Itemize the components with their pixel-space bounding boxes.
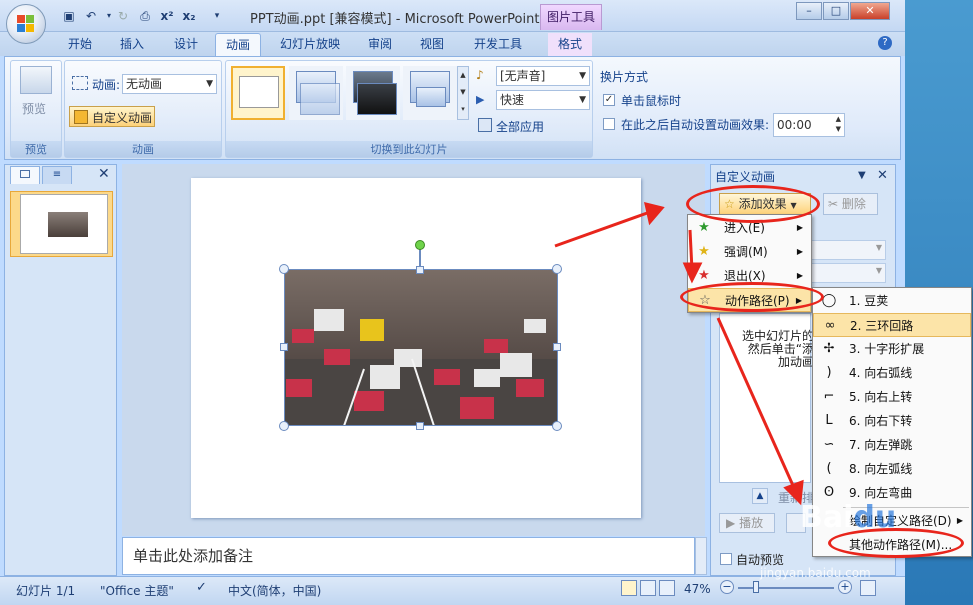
tab-animations[interactable]: 动画: [215, 33, 262, 56]
normal-view-icon[interactable]: [621, 580, 637, 596]
chevron-down-icon: ▼: [875, 243, 882, 252]
slide-thumbnail-image: [48, 212, 88, 237]
animate-combo-value: 无动画: [126, 77, 163, 91]
language-indicator[interactable]: 中文(简体，中国): [228, 582, 321, 599]
notes-scrollbar[interactable]: [695, 537, 707, 575]
zoom-in-icon[interactable]: +: [838, 580, 852, 594]
transition-group-label: 切换到此幻灯片: [226, 141, 592, 157]
resize-handle-top-left[interactable]: [279, 264, 289, 274]
office-logo-icon: [17, 15, 35, 33]
tab-developer[interactable]: 开发工具: [464, 33, 532, 56]
undo-icon[interactable]: ↶: [82, 8, 100, 24]
auto-advance-checkbox[interactable]: [603, 118, 615, 130]
office-button[interactable]: [6, 4, 46, 44]
notes-placeholder: 单击此处添加备注: [133, 547, 254, 565]
tab-insert[interactable]: 插入: [110, 33, 154, 56]
pane-options-icon[interactable]: ▼: [858, 170, 866, 181]
chevron-down-icon: ▼: [875, 266, 882, 275]
save-icon[interactable]: ▣: [60, 8, 78, 24]
submenu-arrow-icon: ▶: [956, 516, 963, 525]
custom-animation-button[interactable]: 自定义动画: [69, 106, 155, 127]
on-click-label: 单击鼠标时: [621, 94, 682, 108]
tab-design[interactable]: 设计: [164, 33, 208, 56]
outline-icon: ≡: [52, 169, 62, 180]
notes-area[interactable]: 单击此处添加备注: [122, 537, 695, 575]
transition-fade-smooth-thumb[interactable]: [289, 66, 343, 120]
baidu-watermark-logo: Baidu: [800, 500, 897, 535]
chevron-down-icon: ▼: [206, 79, 213, 89]
advance-slide-heading: 换片方式: [600, 70, 649, 84]
apply-to-all-button[interactable]: 全部应用: [496, 118, 544, 135]
superscript-icon[interactable]: x²: [158, 8, 176, 24]
preview-icon[interactable]: [20, 66, 52, 94]
tab-home[interactable]: 开始: [58, 33, 102, 56]
transition-cut-thumb[interactable]: [403, 66, 457, 120]
task-pane-title: 自定义动画: [715, 170, 776, 184]
animate-label: 动画:: [92, 78, 121, 92]
print-preview-icon[interactable]: ⎙: [136, 8, 154, 24]
auto-advance-time-spinner[interactable]: 00:00 ▲ ▼: [773, 113, 845, 137]
transition-none-thumb[interactable]: [231, 66, 285, 120]
qat-customize-icon[interactable]: ▾: [208, 8, 226, 24]
animation-group-label: 动画: [65, 141, 221, 157]
resize-handle-bottom-left[interactable]: [279, 421, 289, 431]
transition-gallery-scroll[interactable]: ▲ ▼ ▾: [457, 66, 469, 120]
minimize-button[interactable]: –: [796, 2, 822, 20]
transition-fade-black-thumb[interactable]: [346, 66, 400, 120]
tab-review[interactable]: 审阅: [358, 33, 402, 56]
subscript-icon[interactable]: x₂: [180, 8, 198, 24]
auto-advance-label: 在此之后自动设置动画效果:: [621, 118, 770, 132]
picture-tools-context-label: 图片工具: [540, 4, 602, 30]
speed-icon: ▶: [476, 93, 485, 106]
custom-animation-label: 自定义动画: [92, 111, 153, 125]
slideshow-view-icon[interactable]: [659, 580, 675, 596]
slides-tab[interactable]: [10, 166, 40, 184]
watermark-url: jingyan.baidu.com: [760, 566, 871, 580]
close-pane-icon[interactable]: ✕: [877, 168, 888, 183]
custom-animation-icon: [74, 110, 88, 124]
tab-format[interactable]: 格式: [548, 33, 593, 56]
apply-all-icon: [478, 118, 492, 132]
annotation-arrows: [554, 201, 804, 506]
fit-to-window-icon[interactable]: [860, 580, 876, 596]
on-click-checkbox[interactable]: ✓: [603, 94, 615, 106]
zoom-level[interactable]: 47%: [684, 582, 711, 596]
close-pane-icon[interactable]: ✕: [98, 166, 110, 182]
window-title: PPT动画.ppt [兼容模式] - Microsoft PowerPoint: [250, 12, 540, 27]
autopreview-checkbox[interactable]: [720, 553, 732, 565]
close-button[interactable]: ✕: [850, 2, 890, 20]
theme-name: "Office 主题": [100, 584, 174, 598]
picture-selection-frame: [284, 269, 558, 426]
transition-sound-combo[interactable]: [无声音] ▼: [496, 66, 590, 86]
outline-tab[interactable]: ≡: [42, 166, 72, 184]
help-icon[interactable]: ?: [878, 36, 892, 50]
chevron-down-icon: ▼: [579, 71, 586, 81]
resize-handle-left[interactable]: [280, 343, 288, 351]
spinner-arrows-icon[interactable]: ▲ ▼: [836, 114, 841, 134]
zoom-slider-thumb[interactable]: [753, 581, 759, 593]
auto-advance-time-value: 00:00: [777, 118, 812, 132]
rotation-handle[interactable]: [415, 240, 425, 250]
chevron-down-icon: ▼: [579, 95, 586, 105]
transition-speed-combo[interactable]: 快速 ▼: [496, 90, 590, 110]
resize-handle-bottom[interactable]: [416, 422, 424, 430]
sound-icon: ♪: [476, 68, 484, 82]
slides-tab-icon: [20, 170, 30, 178]
transition-speed-value: 快速: [500, 93, 525, 107]
preview-group-label: 预览: [11, 141, 61, 157]
transition-sound-value: [无声音]: [500, 69, 546, 83]
tab-slideshow[interactable]: 幻灯片放映: [270, 33, 350, 56]
animate-combo[interactable]: 无动画 ▼: [122, 74, 217, 94]
animate-icon: [72, 76, 88, 90]
tab-view[interactable]: 视图: [410, 33, 454, 56]
slide-sorter-icon[interactable]: [640, 580, 656, 596]
zoom-out-icon[interactable]: −: [720, 580, 734, 594]
spell-check-icon[interactable]: ✓: [196, 580, 207, 595]
resize-handle-top[interactable]: [416, 266, 424, 274]
preview-button[interactable]: 预览: [22, 100, 46, 117]
maximize-button[interactable]: □: [823, 2, 849, 20]
slide-counter: 幻灯片 1/1: [16, 584, 76, 598]
redo-icon[interactable]: ↻: [114, 8, 132, 24]
